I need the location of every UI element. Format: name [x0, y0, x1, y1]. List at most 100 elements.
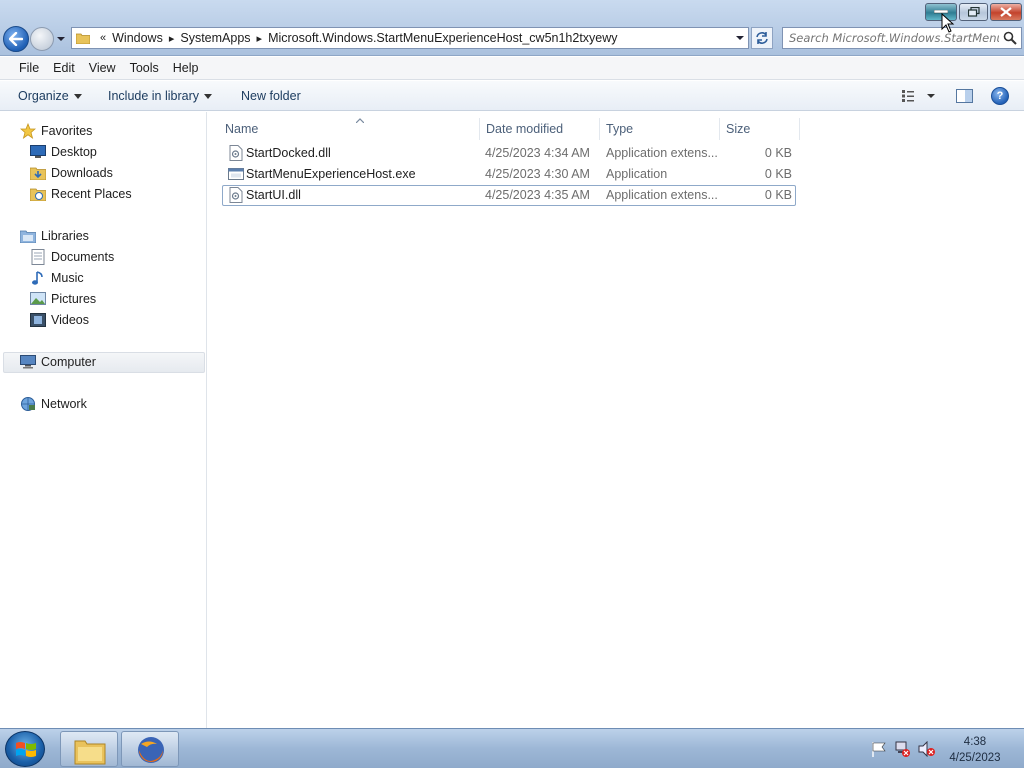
organize-label: Organize — [18, 89, 69, 103]
new-folder-button[interactable]: New folder — [241, 89, 301, 103]
menu-tools[interactable]: Tools — [123, 61, 166, 75]
nav-desktop[interactable]: Desktop — [30, 144, 97, 160]
videos-icon — [30, 312, 46, 328]
nav-network[interactable]: Network — [20, 396, 87, 412]
nav-favorites-label: Favorites — [41, 124, 93, 138]
new-folder-label: New folder — [241, 89, 301, 103]
nav-downloads[interactable]: Downloads — [30, 165, 113, 181]
file-date-modified: 4/25/2023 4:35 AM — [485, 188, 590, 202]
nav-libraries-label: Libraries — [41, 229, 89, 243]
file-date-modified: 4/25/2023 4:34 AM — [485, 146, 590, 160]
arrow-right-icon — [36, 33, 50, 47]
command-bar: Organize Include in library New folder ? — [0, 81, 1024, 111]
column-date-label: Date modified — [486, 122, 564, 136]
pictures-icon — [30, 291, 46, 307]
menu-edit[interactable]: Edit — [46, 61, 82, 75]
action-center-flag-icon[interactable] — [870, 741, 888, 757]
back-button[interactable] — [3, 26, 29, 52]
organize-button[interactable]: Organize — [18, 89, 82, 103]
forward-button[interactable] — [30, 27, 54, 51]
mouse-cursor-icon — [941, 13, 955, 33]
chevron-down-icon — [57, 37, 65, 41]
column-name-label: Name — [225, 122, 259, 136]
taskbar-firefox[interactable] — [121, 731, 179, 767]
breadcrumb-windows[interactable]: Windows — [112, 31, 163, 45]
music-icon — [30, 270, 46, 286]
include-in-library-button[interactable]: Include in library — [108, 89, 213, 103]
nav-favorites[interactable]: Favorites — [20, 123, 92, 139]
nav-pictures[interactable]: Pictures — [30, 291, 96, 307]
nav-computer[interactable]: Computer — [20, 354, 96, 370]
address-bar[interactable]: « Windows ▸ SystemApps ▸ Microsoft.Windo… — [71, 27, 749, 49]
search-input[interactable] — [789, 30, 999, 46]
preview-pane-icon — [956, 89, 973, 103]
taskbar-windows-explorer[interactable] — [60, 731, 118, 767]
nav-videos[interactable]: Videos — [30, 312, 89, 328]
desktop-icon — [30, 144, 46, 160]
search-icon[interactable] — [1003, 31, 1017, 45]
column-header-name[interactable]: Name — [219, 118, 480, 140]
file-row-startui-dll[interactable]: StartUI.dll 4/25/2023 4:35 AM Applicatio… — [222, 185, 796, 206]
file-name: StartUI.dll — [246, 188, 301, 202]
address-history-dropdown[interactable] — [734, 32, 746, 44]
file-row-startmenuexperiencehost-exe[interactable]: StartMenuExperienceHost.exe 4/25/2023 4:… — [222, 164, 796, 185]
exe-file-icon — [228, 168, 244, 180]
refresh-button[interactable] — [751, 27, 773, 49]
chevron-down-icon — [73, 93, 82, 99]
restore-icon — [967, 7, 980, 17]
breadcrumb-separator[interactable]: ▸ — [163, 32, 181, 45]
column-header-type[interactable]: Type — [600, 118, 720, 140]
change-view-button[interactable] — [901, 89, 939, 103]
downloads-folder-icon — [30, 165, 46, 181]
documents-icon — [30, 249, 46, 265]
network-icon — [20, 396, 36, 412]
close-icon — [1000, 7, 1012, 17]
search-box[interactable] — [782, 27, 1022, 49]
network-disconnected-icon[interactable] — [894, 741, 912, 757]
preview-pane-button[interactable] — [956, 89, 974, 104]
sort-ascending-icon — [356, 118, 364, 123]
folder-icon — [74, 740, 106, 765]
nav-music[interactable]: Music — [30, 270, 84, 286]
nav-documents[interactable]: Documents — [30, 249, 114, 265]
file-type: Application extens... — [606, 146, 718, 160]
clock-time: 4:38 — [963, 736, 987, 748]
address-overflow[interactable]: « — [94, 32, 112, 44]
file-size: 0 KB — [764, 146, 792, 160]
navigation-pane: Favorites Desktop Downloads Recent Place… — [0, 112, 207, 728]
nav-desktop-label: Desktop — [51, 145, 97, 159]
system-clock[interactable]: 4:38 4/25/2023 — [930, 734, 1020, 766]
start-button[interactable] — [5, 731, 45, 767]
nav-recent-places-label: Recent Places — [51, 187, 132, 201]
details-view-icon — [902, 90, 935, 102]
recent-pages-dropdown[interactable] — [56, 33, 66, 43]
restore-button[interactable] — [959, 3, 988, 21]
nav-recent-places[interactable]: Recent Places — [30, 186, 132, 202]
close-button[interactable] — [990, 3, 1022, 21]
breadcrumb-startmenuexperiencehost[interactable]: Microsoft.Windows.StartMenuExperienceHos… — [268, 31, 617, 45]
nav-libraries[interactable]: Libraries — [20, 228, 89, 244]
file-name: StartDocked.dll — [246, 146, 331, 160]
nav-documents-label: Documents — [51, 250, 115, 264]
chevron-down-icon — [204, 93, 213, 99]
libraries-icon — [20, 228, 36, 244]
dll-file-icon — [229, 145, 243, 161]
menu-help[interactable]: Help — [166, 61, 206, 75]
nav-computer-label: Computer — [41, 355, 96, 369]
column-header-size[interactable]: Size — [720, 118, 800, 140]
column-header-date-modified[interactable]: Date modified — [480, 118, 600, 140]
menu-view[interactable]: View — [82, 61, 123, 75]
breadcrumb-separator[interactable]: ▸ — [251, 32, 269, 45]
file-size: 0 KB — [764, 167, 792, 181]
file-size: 0 KB — [764, 188, 792, 202]
file-row-startdocked-dll[interactable]: StartDocked.dll 4/25/2023 4:34 AM Applic… — [222, 143, 796, 164]
column-size-label: Size — [726, 122, 751, 136]
help-button[interactable]: ? — [991, 87, 1009, 105]
dll-file-icon — [229, 187, 243, 203]
file-list-pane: Name Date modified Type Size StartDocked… — [208, 112, 1024, 728]
menu-bar: File Edit View Tools Help — [0, 57, 1024, 80]
breadcrumb-systemapps[interactable]: SystemApps — [180, 31, 250, 45]
include-in-library-label: Include in library — [108, 89, 200, 103]
menu-file[interactable]: File — [12, 61, 46, 75]
nav-network-label: Network — [41, 397, 87, 411]
